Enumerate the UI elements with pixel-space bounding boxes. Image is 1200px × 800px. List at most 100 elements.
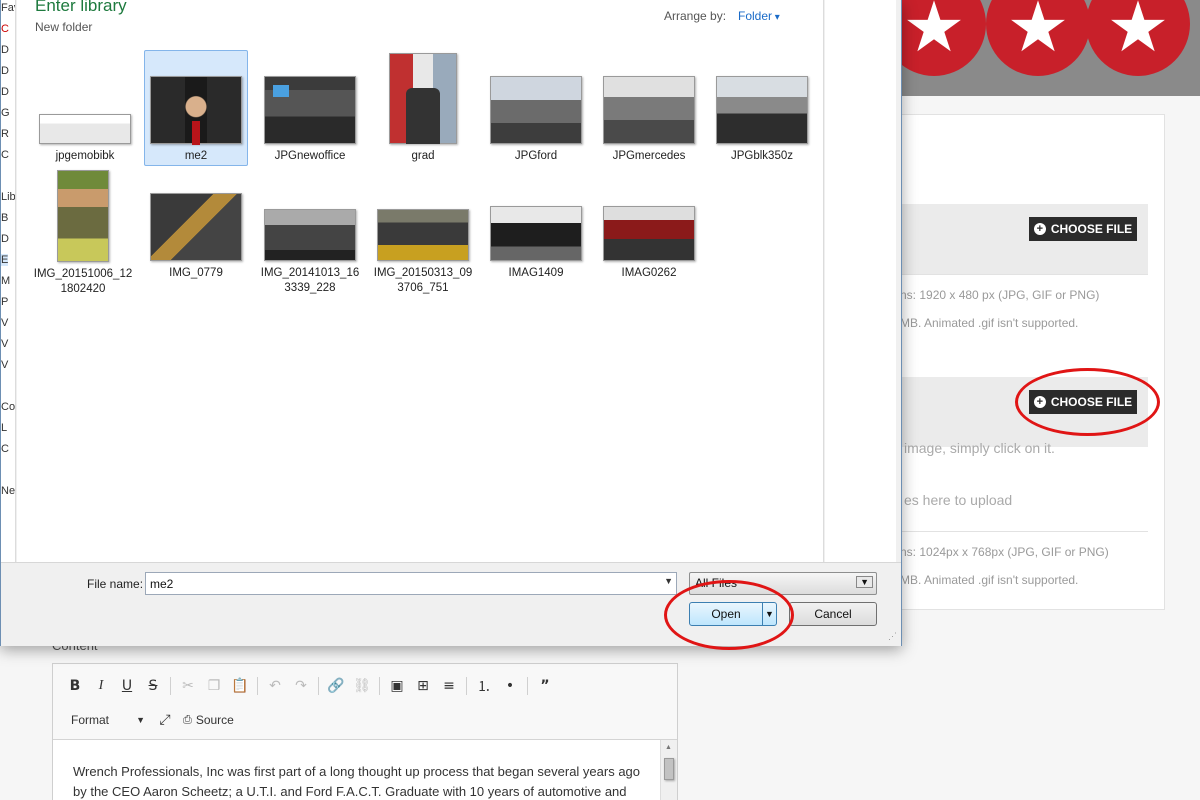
star-icon: ★ — [1086, 0, 1190, 76]
link-icon[interactable]: 🔗 — [324, 675, 348, 697]
nav-item[interactable]: B — [1, 212, 8, 224]
image-thumbnail — [389, 53, 457, 144]
nav-item[interactable]: L — [1, 422, 7, 434]
nav-item[interactable]: Lib — [1, 191, 15, 203]
cancel-button[interactable]: Cancel — [789, 602, 877, 626]
file-name-input[interactable]: me2 ▼ — [145, 572, 677, 595]
file-item[interactable]: JPGmercedes — [597, 76, 701, 164]
nav-item[interactable]: D — [1, 65, 9, 77]
choose-file-button-1[interactable]: + CHOOSE FILE — [1029, 217, 1137, 241]
upload1-dimensions-hint: ns: 1920 x 480 px (JPG, GIF or PNG) — [900, 288, 1100, 302]
nav-item[interactable]: Fav — [1, 2, 15, 14]
image-thumbnail — [716, 76, 808, 144]
image-thumbnail — [490, 206, 582, 261]
file-item[interactable]: IMG_20141013_163339_228 — [258, 209, 362, 296]
navigation-pane[interactable]: Fav C D D D G R C Lib B D E M P V V V Co… — [1, 0, 16, 562]
nav-item[interactable]: Ne — [1, 485, 15, 497]
file-name: JPGford — [514, 150, 558, 162]
dropdown-arrow-icon[interactable]: ▼ — [856, 576, 873, 588]
nav-item[interactable]: C — [1, 149, 9, 161]
nav-item[interactable]: C — [1, 23, 9, 35]
nav-item[interactable]: P — [1, 296, 8, 308]
divider — [890, 531, 1148, 532]
file-item-selected[interactable]: me2 — [144, 50, 248, 166]
image-icon[interactable]: ▣ — [385, 675, 409, 697]
scroll-up-icon: ▲ — [665, 744, 672, 751]
numbered-list-icon[interactable]: ⒈ — [472, 675, 496, 697]
upload1-size-hint: MB. Animated .gif isn't supported. — [900, 316, 1079, 330]
file-item[interactable]: IMAG1409 — [484, 206, 588, 281]
nav-item[interactable]: M — [1, 275, 10, 287]
highlight-ellipse — [1015, 368, 1160, 436]
toolbar-separator — [257, 677, 258, 695]
file-name: grad — [411, 150, 435, 162]
blockquote-icon[interactable]: ” — [533, 675, 557, 697]
nav-item[interactable]: C — [1, 443, 9, 455]
nav-item[interactable]: D — [1, 86, 9, 98]
nav-item[interactable]: V — [1, 338, 8, 350]
library-title: Enter library — [35, 0, 127, 15]
image-thumbnail — [150, 193, 242, 261]
format-dropdown[interactable]: Format ▼ — [63, 709, 153, 731]
italic-icon[interactable]: I — [89, 675, 113, 697]
star-banner: ★ ★ ★ — [900, 0, 1200, 96]
nav-item[interactable]: V — [1, 317, 8, 329]
star-icon: ★ — [900, 0, 986, 76]
nav-item[interactable]: D — [1, 233, 9, 245]
scrollbar-thumb[interactable] — [664, 758, 674, 780]
file-item[interactable]: JPGford — [484, 76, 588, 164]
arrange-by-label: Arrange by: — [664, 9, 727, 23]
plus-circle-icon: + — [1033, 223, 1046, 235]
undo-icon[interactable]: ↶ — [263, 675, 287, 697]
toolbar-separator — [379, 677, 380, 695]
redo-icon[interactable]: ↷ — [289, 675, 313, 697]
file-name: me2 — [184, 150, 208, 162]
strikethrough-icon[interactable]: S — [141, 675, 165, 697]
file-item[interactable]: JPGnewoffice — [258, 76, 362, 164]
rich-text-editor: B I U S ✂ ❐ 📋 ↶ ↷ 🔗 ⛓ ▣ ⊞ ≡ ⒈ • ” Format… — [52, 663, 678, 800]
nav-item[interactable]: G — [1, 107, 10, 119]
bulleted-list-icon[interactable]: • — [498, 675, 522, 697]
star-icon: ★ — [986, 0, 1090, 76]
dropdown-arrow-icon[interactable]: ▼ — [664, 576, 673, 586]
file-item[interactable]: grad — [371, 53, 475, 164]
source-icon: ⎙ — [183, 713, 192, 726]
horizontal-line-icon[interactable]: ≡ — [437, 675, 461, 697]
file-name: IMAG1409 — [508, 267, 564, 279]
file-item[interactable]: jpgemobibk — [33, 114, 137, 164]
nav-item[interactable]: R — [1, 128, 9, 140]
file-name-label: File name: — [87, 577, 144, 591]
file-name: JPGblk350z — [730, 150, 793, 162]
nav-item[interactable]: Co — [1, 401, 15, 413]
file-item[interactable]: IMG_20150313_093706_751 — [371, 209, 475, 296]
table-icon[interactable]: ⊞ — [411, 675, 435, 697]
file-item[interactable]: IMG_20151006_121802420 — [31, 170, 135, 297]
source-button[interactable]: ⎙ Source — [183, 713, 234, 727]
file-name: IMG_20151006_121802420 — [33, 268, 133, 295]
editor-toolbar: B I U S ✂ ❐ 📋 ↶ ↷ 🔗 ⛓ ▣ ⊞ ≡ ⒈ • ” Format… — [53, 664, 677, 740]
resize-grip-icon[interactable]: ⋰ — [888, 631, 897, 642]
editor-content[interactable]: Wrench Professionals, Inc was first part… — [53, 740, 677, 800]
file-name: IMG_0779 — [169, 267, 223, 279]
file-name: IMG_20150313_093706_751 — [373, 267, 473, 294]
upload2-dimensions-hint: ns: 1024px x 768px (JPG, GIF or PNG) — [900, 545, 1109, 559]
underline-icon[interactable]: U — [115, 675, 139, 697]
file-name: jpgemobibk — [55, 150, 115, 162]
nav-item[interactable]: D — [1, 44, 9, 56]
cut-icon[interactable]: ✂ — [176, 675, 200, 697]
copy-icon[interactable]: ❐ — [202, 675, 226, 697]
file-item[interactable]: IMG_0779 — [144, 193, 248, 281]
upload2-drop-hint: es here to upload — [904, 492, 1013, 508]
paste-icon[interactable]: 📋 — [228, 675, 252, 697]
arrange-by-dropdown[interactable]: Folder — [738, 9, 780, 23]
nav-item[interactable]: V — [1, 359, 8, 371]
unlink-icon[interactable]: ⛓ — [350, 675, 374, 697]
maximize-icon[interactable]: ⤢ — [153, 709, 177, 731]
bold-icon[interactable]: B — [63, 675, 87, 697]
file-item[interactable]: IMAG0262 — [597, 206, 701, 281]
divider — [890, 274, 1148, 275]
nav-item[interactable]: E — [1, 254, 9, 266]
file-item[interactable]: JPGblk350z — [710, 76, 814, 164]
file-open-dialog: Fav C D D D G R C Lib B D E M P V V V Co… — [0, 0, 902, 646]
editor-scrollbar[interactable]: ▲ — [660, 740, 677, 800]
